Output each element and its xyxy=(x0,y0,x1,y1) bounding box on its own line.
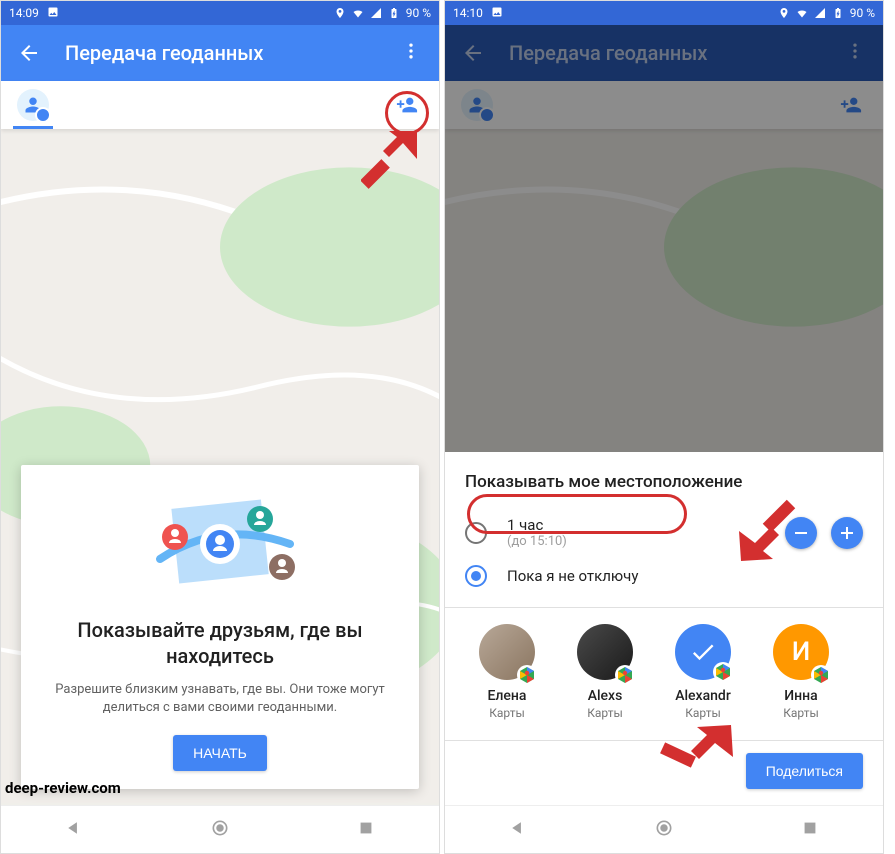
contacts-row: Елена Карты Alexs Карты Alexandr Карты xyxy=(465,620,863,728)
intro-illustration xyxy=(39,489,401,599)
image-icon xyxy=(47,6,59,18)
option-2-label: Пока я не отключу xyxy=(507,567,638,585)
status-time: 14:09 xyxy=(9,6,39,20)
nav-back-button[interactable] xyxy=(508,818,528,842)
status-time: 14:10 xyxy=(453,6,483,20)
contact-name: Инна xyxy=(759,688,843,704)
battery-icon xyxy=(388,7,400,19)
battery-percent: 90 % xyxy=(850,6,875,20)
contact-name: Alexs xyxy=(563,688,647,704)
intro-heading: Показывайте друзьям, где вы находитесь xyxy=(39,617,401,669)
contact-avatar-letter: И xyxy=(773,624,829,680)
status-bar: 14:09 90 % xyxy=(1,1,439,25)
share-button[interactable]: Поделиться xyxy=(746,753,863,789)
option-1-detail: (до 15:10) xyxy=(507,534,567,549)
maps-badge-icon xyxy=(811,665,831,685)
add-person-button[interactable] xyxy=(391,89,423,121)
signal-icon xyxy=(370,7,382,19)
contact-source: Карты xyxy=(465,706,549,720)
divider xyxy=(445,607,883,608)
nav-home-button[interactable] xyxy=(210,818,230,842)
image-icon xyxy=(491,6,503,18)
signal-icon xyxy=(814,7,826,19)
start-button[interactable]: НАЧАТЬ xyxy=(173,735,267,771)
contact-name: Елена xyxy=(465,688,549,704)
battery-icon xyxy=(832,7,844,19)
option-until-off[interactable]: Пока я не отключу xyxy=(465,557,863,595)
avatar-letter: И xyxy=(792,637,810,667)
intro-body: Разрешите близким узнавать, где вы. Они … xyxy=(39,681,401,717)
app-bar-title: Передача геоданных xyxy=(65,41,399,65)
contact-name: Alexandr xyxy=(661,688,745,704)
contact-avatar xyxy=(577,624,633,680)
contact-avatar-selected xyxy=(675,624,731,680)
sheet-heading: Показывать мое местоположение xyxy=(465,472,863,492)
option-1-hour[interactable]: 1 час (до 15:10) xyxy=(465,508,863,557)
nav-recents-button[interactable] xyxy=(800,818,820,842)
maps-badge-icon xyxy=(517,665,537,685)
contact-elena[interactable]: Елена Карты xyxy=(465,624,549,720)
right-screenshot: 14:10 90 % Передача геоданных xyxy=(444,0,884,854)
radio-checked-icon[interactable] xyxy=(465,565,487,587)
contact-alexandr-selected[interactable]: Alexandr Карты xyxy=(661,624,745,720)
back-button[interactable] xyxy=(17,41,41,65)
app-bar: Передача геоданных xyxy=(1,25,439,81)
maps-badge-icon xyxy=(713,662,741,690)
status-bar: 14:10 90 % xyxy=(445,1,883,25)
navigation-bar xyxy=(1,805,439,853)
wifi-icon xyxy=(352,7,364,19)
location-icon xyxy=(334,7,346,19)
radio-unchecked-icon[interactable] xyxy=(465,522,487,544)
watermark: deep-review.com xyxy=(5,779,121,797)
intro-card: Показывайте друзьям, где вы находитесь Р… xyxy=(21,465,419,789)
avatar-row xyxy=(1,81,439,129)
location-icon xyxy=(778,7,790,19)
nav-recents-button[interactable] xyxy=(356,818,376,842)
contact-source: Карты xyxy=(563,706,647,720)
contact-avatar xyxy=(479,624,535,680)
contact-source: Карты xyxy=(759,706,843,720)
navigation-bar xyxy=(445,805,883,853)
option-1-label: 1 час xyxy=(507,516,567,534)
wifi-icon xyxy=(796,7,808,19)
divider xyxy=(445,740,883,741)
left-screenshot: 14:09 90 % Передача геоданных xyxy=(0,0,440,854)
battery-percent: 90 % xyxy=(406,6,431,20)
tab-indicator xyxy=(13,126,53,129)
decrease-button[interactable] xyxy=(785,517,817,549)
nav-back-button[interactable] xyxy=(64,818,84,842)
nav-home-button[interactable] xyxy=(654,818,674,842)
increase-button[interactable] xyxy=(831,517,863,549)
contact-inna[interactable]: И Инна Карты xyxy=(759,624,843,720)
self-avatar[interactable] xyxy=(17,89,49,121)
contact-alexs[interactable]: Alexs Карты xyxy=(563,624,647,720)
maps-badge-icon xyxy=(615,665,635,685)
share-sheet: Показывать мое местоположение 1 час (до … xyxy=(445,452,883,805)
more-button[interactable] xyxy=(399,41,423,65)
contact-source: Карты xyxy=(661,706,745,720)
